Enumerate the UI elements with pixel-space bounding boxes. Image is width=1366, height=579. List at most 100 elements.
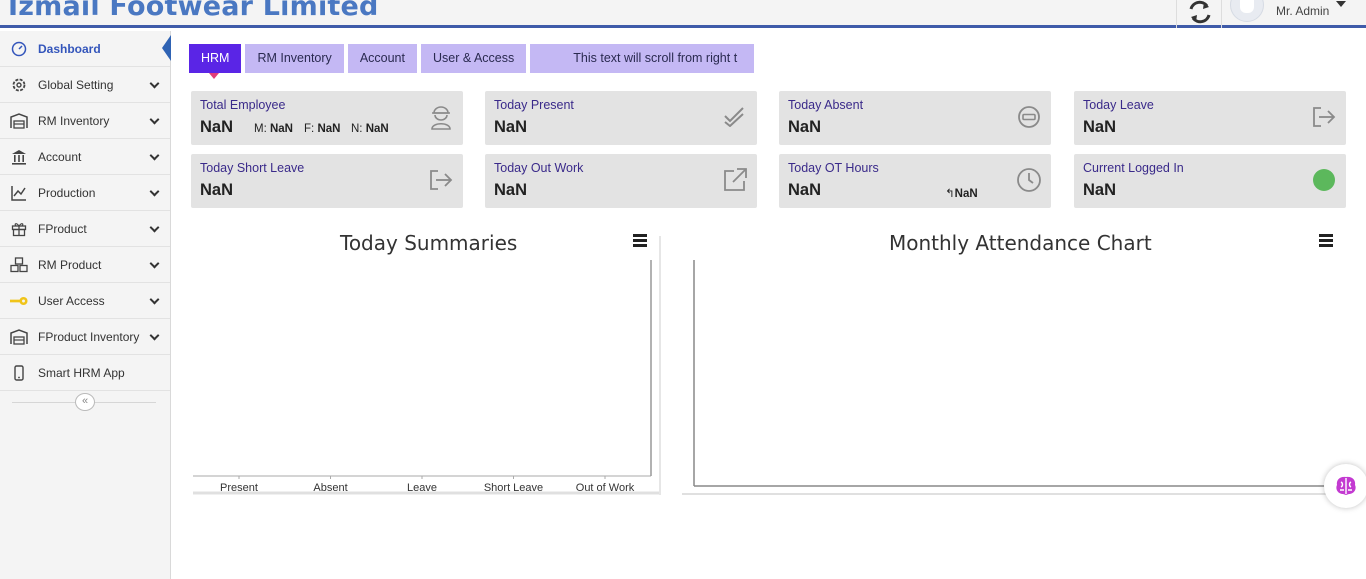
- sidebar-item-label: RM Product: [38, 257, 102, 272]
- card-current-logged-in[interactable]: Current Logged In NaN: [1074, 154, 1346, 208]
- brand-title: Izmail Footwear Limited: [8, 0, 379, 22]
- card-title: Today OT Hours: [788, 161, 879, 175]
- sidebar-item-fproduct[interactable]: FProduct: [0, 211, 170, 247]
- key-icon: [10, 292, 28, 310]
- user-menu[interactable]: Mr. Admin: [1230, 0, 1366, 28]
- card-value: NaN: [1083, 118, 1117, 136]
- sidebar-item-label: User Access: [38, 293, 105, 308]
- x-tick-label: Leave: [407, 482, 437, 494]
- card-title: Current Logged In: [1083, 161, 1184, 175]
- chart-title: Monthly Attendance Chart: [889, 231, 1152, 255]
- today-summaries-svg: [193, 236, 661, 495]
- chevron-down-icon: [149, 294, 160, 305]
- sidebar-item-label: Global Setting: [38, 77, 114, 92]
- x-tick-label: Present: [220, 482, 258, 494]
- news-ticker: This text will scroll from right t: [530, 44, 755, 73]
- chart-menu-button[interactable]: [1319, 234, 1333, 247]
- x-tick-label: Out of Work: [575, 482, 635, 494]
- assistant-button[interactable]: [1324, 464, 1366, 508]
- monthly-attendance-svg: [682, 260, 1346, 495]
- sign-out-icon: [427, 166, 455, 194]
- gear-icon: [10, 76, 28, 94]
- monthly-attendance-chart: [682, 226, 1346, 496]
- sidebar-item-account[interactable]: Account: [0, 139, 170, 175]
- card-today-out-work[interactable]: Today Out Work NaN: [485, 154, 757, 208]
- warehouse-icon: [10, 328, 28, 346]
- worker-icon: [427, 103, 455, 131]
- card-value: NaN: [494, 181, 528, 199]
- card-today-ot-hours[interactable]: Today OT Hours NaN ↰NaN: [779, 154, 1051, 208]
- double-check-icon: [721, 103, 749, 131]
- chevron-down-icon: [149, 114, 160, 125]
- card-title: Today Short Leave: [200, 161, 305, 175]
- sidebar-item-user-access[interactable]: User Access: [0, 283, 170, 319]
- card-value: NaN: [200, 118, 234, 136]
- card-value: NaN: [494, 118, 528, 136]
- sidebar-item-production[interactable]: Production: [0, 175, 170, 211]
- card-value: NaN: [788, 181, 822, 199]
- caret-down-icon: [1336, 1, 1346, 7]
- cubes-icon: [10, 256, 28, 274]
- avatar: [1230, 0, 1264, 22]
- card-title: Today Present: [494, 98, 574, 112]
- sidebar: Dashboard Global Setting RM Inventory Ac…: [0, 31, 171, 579]
- sidebar-item-dashboard[interactable]: Dashboard: [0, 31, 171, 67]
- today-summaries-chart: [191, 226, 661, 496]
- sidebar-collapse-row: «: [0, 391, 170, 415]
- card-value: NaN: [200, 181, 234, 199]
- brain-icon: [1336, 476, 1356, 495]
- sign-out-icon: [1310, 103, 1338, 131]
- gauge-icon: [10, 40, 28, 58]
- chevron-down-icon: [149, 186, 160, 197]
- ot-sub-value: ↰NaN: [945, 188, 978, 200]
- female-count: F: NaN: [304, 123, 341, 135]
- tab-hrm[interactable]: HRM: [189, 44, 242, 79]
- chart-title: Today Summaries: [340, 231, 518, 255]
- card-title: Today Absent: [788, 98, 864, 112]
- sidebar-item-global-setting[interactable]: Global Setting: [0, 67, 170, 103]
- card-today-absent[interactable]: Today Absent NaN: [779, 91, 1051, 145]
- card-value: NaN: [1083, 181, 1117, 199]
- card-today-leave[interactable]: Today Leave NaN: [1074, 91, 1346, 145]
- sidebar-item-smart-hrm-app[interactable]: Smart HRM App: [0, 355, 170, 391]
- card-today-present[interactable]: Today Present NaN: [485, 91, 757, 145]
- bank-icon: [10, 148, 28, 166]
- tab-rm-inventory[interactable]: RM Inventory: [245, 44, 344, 73]
- tab-user-access[interactable]: User & Access: [420, 44, 527, 73]
- card-today-short-leave[interactable]: Today Short Leave NaN: [191, 154, 463, 208]
- chart-menu-button[interactable]: [633, 234, 647, 247]
- mobile-icon: [10, 364, 28, 382]
- card-title: Today Out Work: [494, 161, 584, 175]
- gift-icon: [10, 220, 28, 238]
- sidebar-item-label: Smart HRM App: [38, 365, 125, 380]
- card-total-employee[interactable]: Total Employee NaN M: NaN F: NaN N: NaN: [191, 91, 463, 145]
- refresh-button[interactable]: [1176, 0, 1222, 28]
- refresh-icon: [1189, 0, 1211, 24]
- sidebar-item-label: Production: [38, 185, 96, 200]
- online-status-icon: [1310, 166, 1338, 194]
- chevron-down-icon: [149, 150, 160, 161]
- sidebar-item-label: FProduct Inventory: [38, 329, 140, 344]
- line-chart-icon: [10, 184, 28, 202]
- top-header: Izmail Footwear Limited Mr. Admin: [0, 0, 1366, 28]
- ticker-text: This text will scroll from right t: [573, 51, 738, 65]
- sidebar-item-label: RM Inventory: [38, 113, 110, 128]
- tab-account[interactable]: Account: [347, 44, 417, 73]
- external-link-icon: [721, 166, 749, 194]
- chevron-down-icon: [149, 258, 160, 269]
- sidebar-item-rm-product[interactable]: RM Product: [0, 247, 170, 283]
- card-title: Today Leave: [1083, 98, 1154, 112]
- sidebar-item-rm-inventory[interactable]: RM Inventory: [0, 103, 170, 139]
- sidebar-collapse-button[interactable]: «: [75, 393, 95, 411]
- sidebar-item-fproduct-inventory[interactable]: FProduct Inventory: [0, 319, 170, 355]
- x-tick-label: Short Leave: [483, 482, 544, 494]
- male-count: M: NaN: [254, 123, 293, 135]
- sidebar-item-label: Account: [38, 149, 82, 164]
- sidebar-item-label: Dashboard: [38, 41, 101, 56]
- card-title: Total Employee: [200, 98, 286, 112]
- user-name: Mr. Admin: [1276, 4, 1330, 18]
- warehouse-icon: [10, 112, 28, 130]
- module-tabs: HRM RM Inventory Account User & Access T…: [189, 44, 755, 79]
- card-value: NaN: [788, 118, 822, 136]
- n-count: N: NaN: [351, 123, 389, 135]
